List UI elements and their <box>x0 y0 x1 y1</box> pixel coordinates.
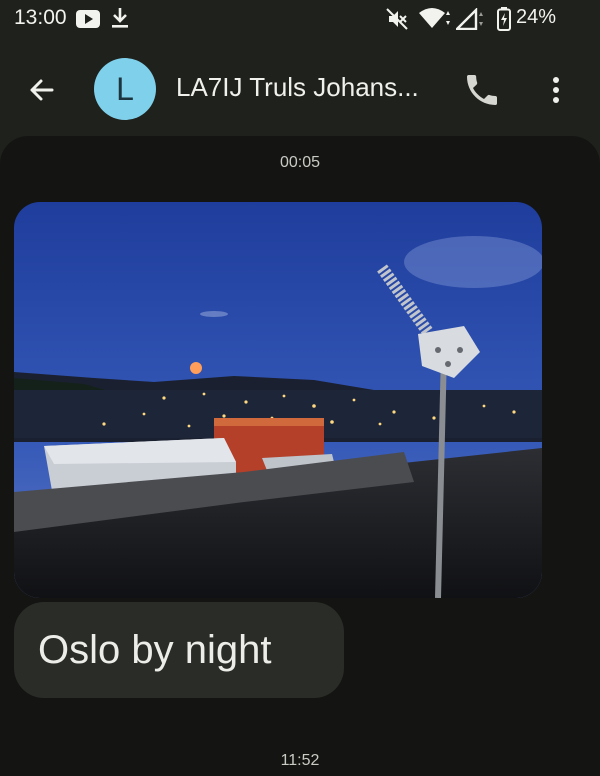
timestamp-top: 00:05 <box>279 154 321 171</box>
back-arrow-icon <box>30 79 54 101</box>
avatar[interactable]: L <box>94 58 156 120</box>
battery-percent: 24% <box>516 6 557 28</box>
mute-icon <box>386 8 408 35</box>
message-bubble[interactable]: Oslo by night <box>14 602 344 698</box>
signal-icon <box>454 7 486 35</box>
back-button[interactable] <box>22 70 62 110</box>
more-options-button[interactable] <box>542 70 570 110</box>
timestamp-bottom: 11:52 <box>280 752 320 769</box>
app-bar: L LA7IJ Truls Johans... <box>0 48 600 128</box>
night-city-photo <box>14 202 542 598</box>
youtube-icon <box>76 10 100 33</box>
call-button[interactable] <box>462 70 502 110</box>
wifi-icon <box>418 7 452 34</box>
phone-icon <box>467 75 497 105</box>
more-vert-icon <box>553 77 559 103</box>
conversation-area[interactable]: 00:05 Oslo by night 11:52 <box>0 136 600 776</box>
status-time: 13:00 <box>14 6 67 29</box>
message-text: Oslo by night <box>38 628 272 672</box>
battery-icon <box>497 7 511 36</box>
download-icon <box>110 7 130 34</box>
messages-screen: 13:00 24% L LA7IJ Truls Johans... 00:05 … <box>0 0 600 776</box>
image-message[interactable] <box>14 202 542 598</box>
contact-name[interactable]: LA7IJ Truls Johans... <box>176 72 419 103</box>
status-bar: 13:00 24% <box>0 0 600 38</box>
